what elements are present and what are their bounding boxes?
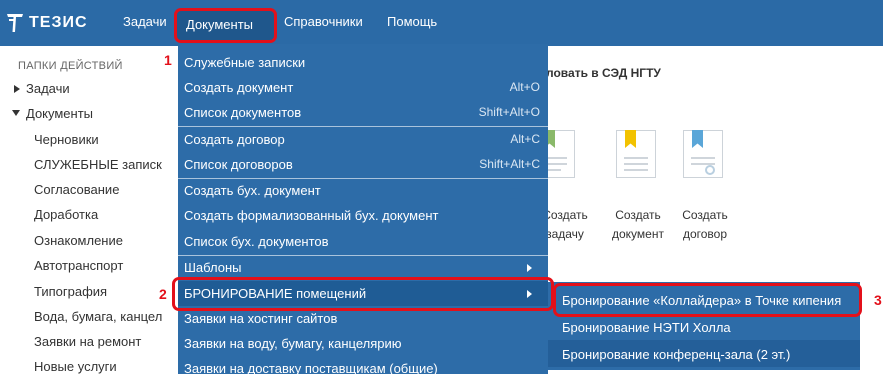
documents-dropdown-menu: Служебные записки Создать документ Alt+O… xyxy=(178,44,548,374)
sidebar-item-drafts[interactable]: Черновики xyxy=(34,132,99,147)
menu-item-label: Создать договор xyxy=(184,132,285,147)
menu-item-create-formalized-accounting-document[interactable]: Создать формализованный бух. документ xyxy=(178,203,548,228)
annotation-highlight-collider-booking xyxy=(553,283,862,317)
nav-documents[interactable]: Документы xyxy=(174,8,277,43)
expand-arrow-icon xyxy=(14,85,20,93)
menu-item-label: Создать документ xyxy=(184,80,294,95)
menu-item-accounting-document-list[interactable]: Список бух. документов xyxy=(178,229,548,254)
submenu-item-neti-hall-booking[interactable]: Бронирование НЭТИ Холла xyxy=(548,313,860,340)
create-document-button[interactable]: Создать документ xyxy=(608,206,668,244)
create-contract-line1: Создать xyxy=(682,208,728,222)
submenu-item-label: Бронирование конференц-зала (2 эт.) xyxy=(562,347,791,362)
menu-item-memos[interactable]: Служебные записки xyxy=(178,50,548,75)
collapse-arrow-icon xyxy=(12,110,20,116)
app-logo[interactable]: ТЕЗИС xyxy=(6,11,88,35)
sidebar-item-label: Документы xyxy=(26,106,94,121)
menu-item-label: Заявки на доставку поставщикам (общие) xyxy=(184,361,438,374)
submenu-arrow-icon xyxy=(527,264,532,272)
menu-item-label: Шаблоны xyxy=(184,260,242,275)
menu-item-delivery-requests[interactable]: Заявки на доставку поставщикам (общие) xyxy=(178,356,548,374)
create-document-line1: Создать xyxy=(615,208,661,222)
menu-item-label: Создать формализованный бух. документ xyxy=(184,208,439,223)
menu-item-label: Список документов xyxy=(184,105,302,120)
annotation-step-1: 1 xyxy=(164,52,172,68)
create-contract-button[interactable]: Создать договор xyxy=(675,206,735,244)
menu-item-shortcut: Shift+Alt+O xyxy=(478,105,540,119)
seal-icon xyxy=(705,165,715,175)
annotation-step-2: 2 xyxy=(159,286,167,302)
top-navigation-bar: ТЕЗИС Задачи Документы Справочники Помощ… xyxy=(0,0,883,46)
sidebar-item-label: Задачи xyxy=(26,81,70,96)
sidebar-item-approval[interactable]: Согласование xyxy=(34,182,119,197)
menu-item-create-contract[interactable]: Создать договор Alt+C xyxy=(178,127,548,152)
menu-item-create-document[interactable]: Создать документ Alt+O xyxy=(178,75,548,100)
menu-item-label: Создать бух. документ xyxy=(184,183,321,198)
sidebar-item-documents[interactable]: Документы xyxy=(12,106,93,121)
annotation-step-3: 3 xyxy=(874,292,882,308)
annotation-highlight-room-booking xyxy=(172,277,554,311)
menu-item-document-list[interactable]: Список документов Shift+Alt+O xyxy=(178,100,548,125)
menu-item-create-accounting-document[interactable]: Создать бух. документ xyxy=(178,178,548,203)
create-contract-line2: договор xyxy=(682,227,728,241)
contract-icon[interactable] xyxy=(683,130,723,178)
menu-item-label: Заявки на хостинг сайтов xyxy=(184,311,338,326)
sidebar-item-memos[interactable]: СЛУЖЕБНЫЕ записк xyxy=(34,157,162,172)
welcome-title: ловать в СЭД НГТУ xyxy=(546,66,661,80)
menu-item-label: Список бух. документов xyxy=(184,234,329,249)
menu-item-shortcut: Alt+O xyxy=(509,80,540,94)
sidebar-item-supplies[interactable]: Вода, бумага, канцел xyxy=(34,309,162,324)
menu-item-label: Заявки на воду, бумагу, канцелярию xyxy=(184,336,402,351)
submenu-item-conference-hall-booking[interactable]: Бронирование конференц-зала (2 эт.) xyxy=(548,340,860,367)
sidebar-item-acquaintance[interactable]: Ознакомление xyxy=(34,233,123,248)
sidebar-item-tasks[interactable]: Задачи xyxy=(14,81,70,96)
nav-directories[interactable]: Справочники xyxy=(284,14,363,29)
tezis-logo-icon xyxy=(7,14,23,32)
nav-help[interactable]: Помощь xyxy=(387,14,437,29)
menu-item-supplies-requests[interactable]: Заявки на воду, бумагу, канцелярию xyxy=(178,331,548,356)
sidebar-item-repair[interactable]: Заявки на ремонт xyxy=(34,334,141,349)
menu-item-shortcut: Alt+C xyxy=(510,132,540,146)
menu-item-contract-list[interactable]: Список договоров Shift+Alt+C xyxy=(178,152,548,177)
flag-icon xyxy=(625,130,636,148)
menu-item-label: Служебные записки xyxy=(184,55,306,70)
sidebar-item-transport[interactable]: Автотранспорт xyxy=(34,258,123,273)
nav-documents-label: Документы xyxy=(186,17,254,32)
sidebar-heading: ПАПКИ ДЕЙСТВИЙ xyxy=(18,60,123,72)
logo-text: ТЕЗИС xyxy=(29,14,88,31)
sidebar-item-printing[interactable]: Типография xyxy=(34,284,107,299)
sidebar-item-rework[interactable]: Доработка xyxy=(34,207,98,222)
flag-icon xyxy=(692,130,703,148)
menu-item-shortcut: Shift+Alt+C xyxy=(479,157,540,171)
submenu-item-label: Бронирование НЭТИ Холла xyxy=(562,320,731,335)
menu-item-label: Список договоров xyxy=(184,157,293,172)
sidebar-item-new-services[interactable]: Новые услуги xyxy=(34,359,117,374)
nav-tasks[interactable]: Задачи xyxy=(123,14,167,29)
document-icon[interactable] xyxy=(616,130,656,178)
create-document-line2: документ xyxy=(612,227,664,241)
